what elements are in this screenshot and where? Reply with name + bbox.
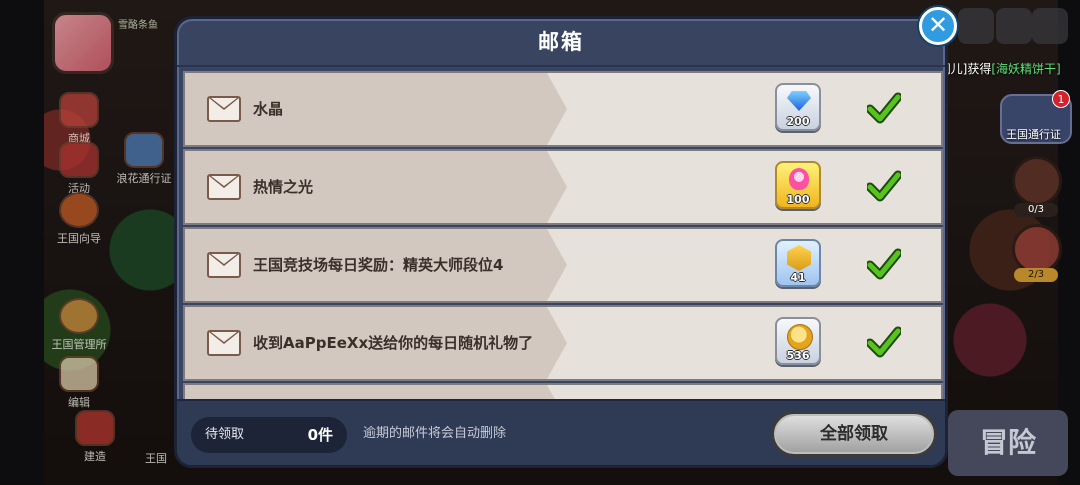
build-button[interactable]: 建造 bbox=[60, 410, 130, 464]
close-button[interactable]: ✕ bbox=[919, 7, 957, 45]
envelope-icon bbox=[207, 96, 241, 122]
reward-amount: 100 bbox=[786, 193, 810, 206]
claimed-check-icon bbox=[867, 326, 901, 358]
envelope-icon bbox=[207, 174, 241, 200]
mail-top-icon[interactable] bbox=[958, 8, 994, 44]
adventure-button[interactable]: 冒险 bbox=[948, 410, 1068, 476]
kingdom-pass-badge: 1 bbox=[1052, 90, 1070, 108]
pending-label: 待领取 bbox=[205, 427, 245, 442]
player-avatar[interactable] bbox=[52, 12, 114, 74]
reward-amount: 536 bbox=[786, 349, 810, 362]
cookie-icon bbox=[59, 298, 99, 334]
mail-title: 热情之光 bbox=[253, 178, 314, 196]
broadcast-notice: [澜儿]获得[海妖精饼干] bbox=[934, 62, 1061, 76]
pink-gem-icon bbox=[789, 168, 809, 190]
build-icon bbox=[75, 410, 115, 446]
gift-icon bbox=[59, 142, 99, 178]
reward-amount: 41 bbox=[790, 271, 806, 284]
notice-icon[interactable] bbox=[996, 8, 1032, 44]
close-icon: ✕ bbox=[927, 11, 949, 39]
claimed-check-icon bbox=[867, 92, 901, 124]
coin-icon bbox=[787, 324, 813, 350]
mail-item-partial[interactable] bbox=[183, 383, 943, 399]
mail-item-passion-light[interactable]: 热情之光 100 bbox=[183, 149, 943, 225]
mail-item-arena-reward[interactable]: 王国竞技场每日奖励：精英大师段位4 41 bbox=[183, 227, 943, 303]
reward-slot: 41 bbox=[775, 239, 821, 287]
reward-amount: 200 bbox=[786, 115, 810, 128]
edit-button[interactable]: 编辑 bbox=[44, 356, 114, 410]
mailbox-dialog: 邮箱 水晶 200 热情之光 100 王国竞技场每日奖励：精英大师段位4 41 … bbox=[174, 16, 948, 468]
dialog-title: 邮箱 bbox=[177, 19, 945, 67]
reward-slot: 200 bbox=[775, 83, 821, 131]
medal-icon bbox=[787, 245, 811, 271]
reward-slot: 100 bbox=[775, 161, 821, 209]
mail-item-daily-gift[interactable]: 收到AaPpEeXx送给你的每日随机礼物了 536 bbox=[183, 305, 943, 381]
mailbox-footer: 待领取 0件 逾期的邮件将会自动删除 全部领取 bbox=[177, 399, 945, 465]
pending-counter: 待领取 0件 bbox=[191, 417, 347, 453]
pending-value: 0件 bbox=[307, 426, 333, 444]
compass-icon bbox=[59, 192, 99, 228]
ghost-quest-counter: 0/3 bbox=[1014, 203, 1058, 217]
expiry-notice: 逾期的邮件将会自动删除 bbox=[363, 426, 507, 441]
wave-pass-icon bbox=[124, 132, 164, 168]
wave-pass-button[interactable]: 浪花通行证 bbox=[110, 132, 178, 186]
mail-title: 王国竞技场每日奖励：精英大师段位4 bbox=[253, 256, 504, 274]
kingdom-guide-button[interactable]: 王国向导 bbox=[44, 192, 114, 246]
kingdom-pass-label: 王国通行证 bbox=[1006, 128, 1061, 141]
house-quest-counter: 2/3 bbox=[1014, 268, 1058, 282]
menu-icon[interactable] bbox=[1032, 8, 1068, 44]
mail-item-crystal[interactable]: 水晶 200 bbox=[183, 71, 943, 147]
edit-icon bbox=[59, 356, 99, 392]
kingdom-button[interactable]: 王国 bbox=[136, 450, 176, 466]
mail-list[interactable]: 水晶 200 热情之光 100 王国竞技场每日奖励：精英大师段位4 41 收到A… bbox=[183, 69, 943, 399]
screen-edge-left bbox=[0, 0, 44, 485]
claim-all-button[interactable]: 全部领取 bbox=[771, 411, 937, 457]
ghost-quest-icon[interactable] bbox=[1012, 156, 1062, 206]
kingdom-office-button[interactable]: 王国管理所 bbox=[44, 298, 114, 352]
mail-title: 收到AaPpEeXx送给你的每日随机礼物了 bbox=[253, 334, 534, 352]
events-button[interactable]: 活动 bbox=[44, 142, 114, 196]
envelope-icon bbox=[207, 330, 241, 356]
envelope-icon bbox=[207, 252, 241, 278]
shop-icon bbox=[59, 92, 99, 128]
shop-button[interactable]: 商城 bbox=[44, 92, 114, 146]
crystal-icon bbox=[787, 91, 811, 111]
reward-slot: 536 bbox=[775, 317, 821, 365]
claimed-check-icon bbox=[867, 248, 901, 280]
claimed-check-icon bbox=[867, 170, 901, 202]
house-quest-icon[interactable] bbox=[1012, 224, 1062, 274]
mail-title: 水晶 bbox=[253, 100, 284, 118]
